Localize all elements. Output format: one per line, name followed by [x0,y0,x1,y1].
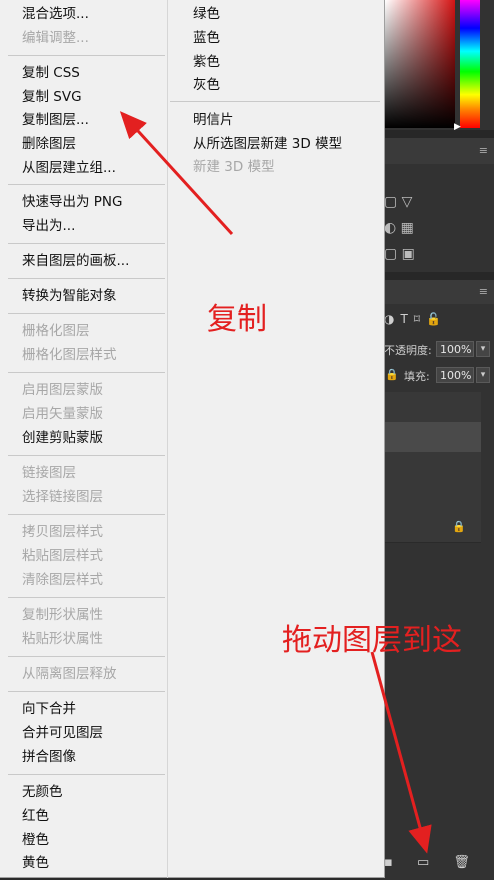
arrow-to-duplicate-layer [119,111,234,236]
annotation-drag-here: 拖动图层到这 [282,623,462,658]
annotation-arrows [119,111,432,854]
arrow-to-new-layer-button [370,651,432,854]
annotation-copy: 复制 [207,302,267,337]
